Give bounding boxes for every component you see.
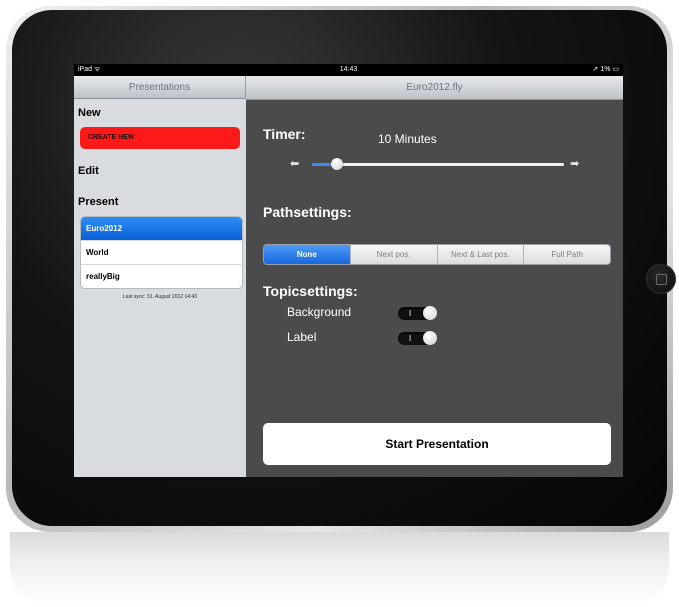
- location-arrow-icon: ➚: [592, 66, 599, 73]
- toggle-knob: [423, 331, 437, 345]
- path-option-none[interactable]: None: [264, 245, 351, 264]
- background-toggle[interactable]: I: [398, 306, 437, 320]
- timer-slider-thumb[interactable]: [331, 158, 344, 170]
- home-square-icon: [656, 274, 667, 285]
- list-item[interactable]: reallyBig: [81, 265, 242, 288]
- detail-pane: Euro2012.fly Timer: 10 Minutes ⬅ ➡ Paths…: [246, 76, 623, 477]
- path-option-next-pos[interactable]: Next pos.: [350, 245, 438, 264]
- detail-title: Euro2012.fly: [246, 76, 623, 100]
- toggle-knob: [423, 306, 437, 320]
- battery-indicator: ➚ 1% ▭: [592, 66, 619, 73]
- screen: iPad ᯤ 14:43 ➚ 1% ▭ Presentations New CR…: [74, 64, 623, 477]
- master-title: Presentations: [74, 76, 246, 99]
- timer-slider[interactable]: [312, 163, 564, 166]
- label-toggle[interactable]: I: [398, 331, 437, 345]
- ipad-reflection: [10, 532, 669, 607]
- home-button[interactable]: [646, 264, 676, 294]
- timer-label: Timer:: [263, 126, 306, 142]
- path-option-full-path[interactable]: Full Path: [524, 245, 610, 264]
- toggle-on-mark: I: [409, 309, 412, 318]
- arrow-right-icon[interactable]: ➡: [570, 157, 579, 170]
- status-bar: iPad ᯤ 14:43 ➚ 1% ▭: [74, 64, 623, 76]
- path-segmented-control: None Next pos. Next & Last pos. Full Pat…: [263, 244, 611, 265]
- list-item[interactable]: Euro2012: [81, 217, 242, 241]
- section-edit: Edit: [78, 165, 99, 177]
- status-time: 14:43: [339, 66, 358, 73]
- toggle-on-mark: I: [409, 334, 412, 343]
- create-new-button[interactable]: CREATE NEW: [80, 127, 240, 149]
- list-item[interactable]: World: [81, 241, 242, 265]
- start-presentation-button[interactable]: Start Presentation: [263, 423, 611, 465]
- section-new: New: [78, 107, 101, 119]
- label-label: Label: [287, 330, 317, 344]
- background-label: Background: [287, 305, 352, 319]
- master-pane: Presentations New CREATE NEW Edit Presen…: [74, 76, 246, 477]
- presentation-list: Euro2012 World reallyBig: [80, 216, 243, 289]
- topicsettings-label: Topicsettings:: [263, 283, 358, 299]
- arrow-left-icon[interactable]: ⬅: [290, 157, 299, 170]
- timer-value: 10 Minutes: [378, 132, 437, 146]
- path-option-next-last-pos[interactable]: Next & Last pos.: [437, 245, 525, 264]
- last-sync-text: Last sync: 31. August 2012 14:43: [123, 294, 197, 300]
- pathsettings-label: Pathsettings:: [263, 204, 352, 220]
- battery-icon: ▭: [612, 66, 619, 73]
- section-present: Present: [78, 196, 119, 208]
